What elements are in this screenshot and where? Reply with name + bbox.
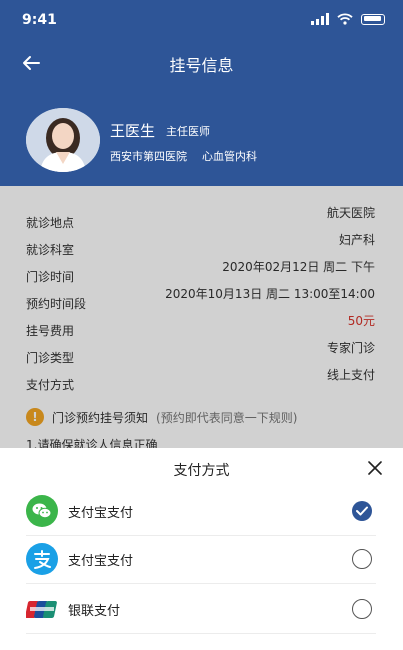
payment-option-unionpay[interactable]: 银联支付: [26, 584, 376, 634]
wechat-icon: [26, 495, 58, 527]
unionpay-icon: [26, 601, 57, 618]
doctor-name: 王医生: [110, 122, 156, 140]
signal-icon: [311, 13, 329, 25]
status-time: 9:41: [22, 12, 57, 28]
payment-option-label: 支付宝支付: [68, 554, 134, 569]
doctor-hospital-info: 西安市第四医院 心血管内科: [110, 148, 257, 164]
battery-icon: [361, 13, 385, 25]
department-name: 心血管内科: [202, 150, 257, 163]
payment-option-label: 银联支付: [68, 604, 121, 619]
radio-unselected[interactable]: [352, 599, 372, 619]
status-bar: 9:41: [0, 0, 403, 40]
alipay-icon: [26, 543, 58, 575]
close-icon[interactable]: [365, 458, 385, 478]
payment-method-sheet: 支付方式 支付宝支付 支付宝支付 银联支付: [0, 448, 403, 650]
status-icons: [311, 13, 385, 25]
radio-selected[interactable]: [352, 501, 372, 521]
payment-option-wechat[interactable]: 支付宝支付: [26, 486, 376, 536]
doctor-avatar: [26, 108, 100, 172]
header: 9:41 挂号信息 王医生 主任医师 西安市第四医院 心血管内科: [0, 0, 403, 186]
doctor-title: 主任医师: [166, 125, 210, 138]
payment-option-label: 支付宝支付: [68, 506, 134, 521]
payment-option-alipay[interactable]: 支付宝支付: [26, 534, 376, 584]
modal-backdrop[interactable]: [0, 186, 403, 450]
radio-unselected[interactable]: [352, 549, 372, 569]
sheet-title: 支付方式: [173, 463, 230, 479]
hospital-name: 西安市第四医院: [110, 150, 187, 163]
page-title: 挂号信息: [169, 56, 234, 75]
wifi-icon: [337, 13, 353, 25]
